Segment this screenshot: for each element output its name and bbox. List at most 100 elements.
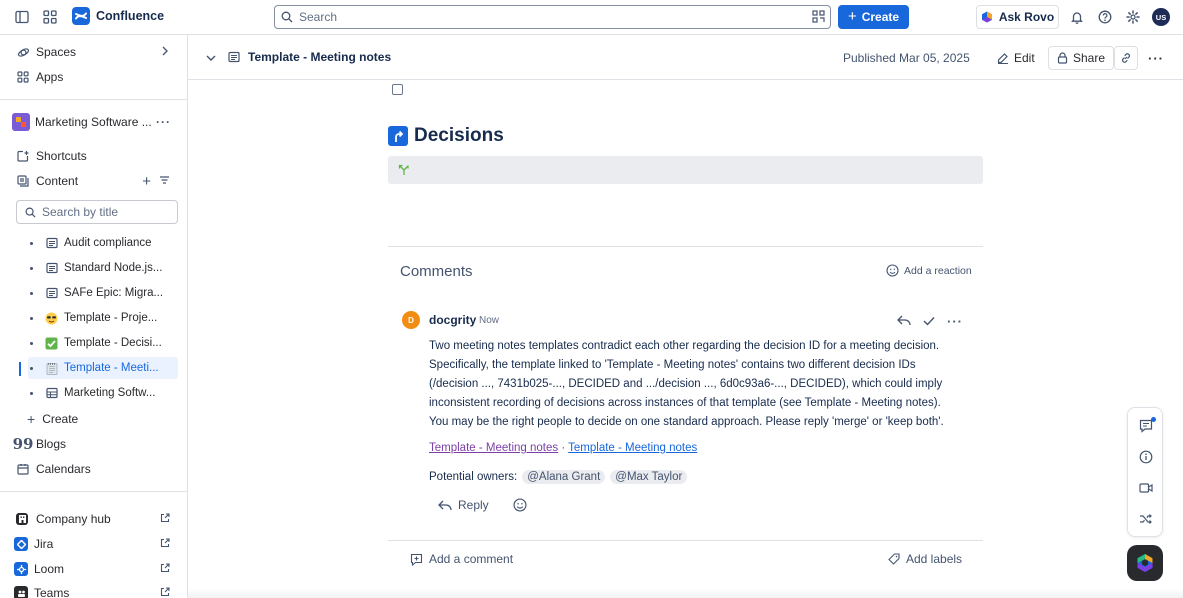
divider <box>388 540 983 541</box>
sidebar-item-spaces[interactable]: Spaces <box>0 41 187 63</box>
notifications-icon[interactable] <box>1068 8 1086 26</box>
emoji-add-icon[interactable] <box>513 498 527 512</box>
decisions-heading: Decisions <box>388 125 504 147</box>
comment-line: Two meeting notes templates contradict e… <box>429 340 940 352</box>
potential-owners: Potential owners: @Alana Grant @Max Tayl… <box>429 470 688 484</box>
confluence-icon <box>72 7 90 25</box>
reply-arrow-icon <box>438 500 452 510</box>
template-link[interactable]: Template - Meeting notes <box>568 442 697 454</box>
top-navigation: Confluence Search + Create Ask Rovo US <box>0 0 1183 35</box>
check-mark-emoji-icon <box>45 337 58 350</box>
space-header[interactable]: Marketing Software ... ··· <box>0 111 187 133</box>
comment-add-icon <box>410 553 423 566</box>
tree-item-label: Template - Meeti... <box>64 362 159 374</box>
lock-icon <box>1057 52 1068 64</box>
reply-arrow-icon[interactable] <box>897 315 911 329</box>
template-link-visited[interactable]: Template - Meeting notes <box>429 442 558 454</box>
mention-alana-grant[interactable]: @Alana Grant <box>522 470 606 484</box>
pencil-icon <box>997 53 1008 64</box>
sidebar-item-label: Calendars <box>36 462 91 476</box>
page-icon <box>228 51 240 63</box>
add-reaction-label: Add a reaction <box>904 264 972 277</box>
search-by-title-input[interactable]: Search by title <box>16 200 178 224</box>
edit-button[interactable]: Edit <box>997 46 1035 70</box>
app-switcher-icon[interactable] <box>41 8 59 26</box>
tree-item-active[interactable]: Template - Meeti... <box>28 357 178 379</box>
tree-item[interactable]: SAFe Epic: Migra... <box>28 282 178 304</box>
tree-item[interactable]: Marketing Softw... <box>28 382 178 404</box>
resolve-check-icon[interactable] <box>923 315 935 329</box>
sidebar-item-label: Content <box>36 174 79 188</box>
sidebar-item-label: Jira <box>34 537 54 551</box>
chevron-down-icon[interactable] <box>202 49 220 67</box>
add-labels-label: Add labels <box>906 552 963 566</box>
reply-button[interactable]: Reply <box>438 498 527 512</box>
comment-author-avatar[interactable]: D <box>402 311 420 329</box>
more-actions-icon[interactable]: ··· <box>1148 46 1164 70</box>
add-reaction-button[interactable]: Add a reaction <box>886 264 972 277</box>
comment-line: You may be the right people to decide on… <box>429 416 944 428</box>
search-input[interactable]: Search <box>274 5 831 29</box>
emoji-add-icon <box>886 264 899 277</box>
sidebar-item-label: Shortcuts <box>36 149 87 163</box>
sidebar-item-blogs[interactable]: 99 Blogs <box>0 433 187 455</box>
bullet <box>30 291 33 295</box>
tree-item[interactable]: Template - Decisi... <box>28 332 178 354</box>
copy-link-button[interactable] <box>1114 46 1138 70</box>
bullet <box>30 266 33 270</box>
sidebar-item-content[interactable]: Content + <box>0 170 187 192</box>
add-content-icon[interactable]: + <box>142 173 151 190</box>
more-options-icon[interactable]: ··· <box>156 115 171 129</box>
add-comment-button[interactable]: Add a comment <box>410 552 513 566</box>
user-avatar[interactable]: US <box>1152 8 1170 26</box>
comment-links: Template - Meeting notes · Template - Me… <box>429 442 697 454</box>
sidebar-item-apps[interactable]: Apps <box>0 66 187 88</box>
comment-more-icon[interactable]: ··· <box>947 314 963 329</box>
unread-indicator <box>1151 417 1156 422</box>
sidebar-app-company-hub[interactable]: Company hub <box>0 508 187 530</box>
add-labels-button[interactable]: Add labels <box>888 552 962 566</box>
quote-icon: 99 <box>12 435 34 453</box>
page-title: Template - Meeting notes <box>228 50 391 64</box>
divider <box>0 491 187 492</box>
mention-max-taylor[interactable]: @Max Taylor <box>610 470 688 484</box>
sidebar-app-teams[interactable]: Teams <box>0 582 187 598</box>
sidebar-app-jira[interactable]: Jira <box>0 533 187 555</box>
tree-item[interactable]: Standard Node.js... <box>28 257 178 279</box>
tree-item[interactable]: Template - Proje... <box>28 307 178 329</box>
comment-author[interactable]: docgrity <box>429 313 476 327</box>
sidebar-create[interactable]: + Create <box>0 408 187 430</box>
confluence-logo[interactable]: Confluence <box>72 7 164 25</box>
sidebar-toggle-icon[interactable] <box>13 8 31 26</box>
rovo-icon <box>1137 554 1153 572</box>
external-link-icon <box>160 586 170 598</box>
tree-item[interactable]: Audit compliance <box>28 232 178 254</box>
external-link-icon <box>160 512 170 526</box>
shuffle-icon[interactable] <box>1138 511 1154 527</box>
share-button[interactable]: Share <box>1048 46 1115 70</box>
rovo-chat-button[interactable] <box>1127 545 1163 581</box>
create-button[interactable]: + Create <box>838 5 909 29</box>
task-checkbox[interactable] <box>392 84 403 95</box>
sunglasses-emoji-icon <box>45 312 58 325</box>
sidebar-app-loom[interactable]: Loom <box>0 558 187 580</box>
space-name: Marketing Software ... <box>35 115 152 129</box>
settings-gear-icon[interactable] <box>1124 8 1142 26</box>
page-header: Template - Meeting notes Published Mar 0… <box>188 35 1183 80</box>
search-icon <box>25 207 36 218</box>
divider <box>388 246 983 247</box>
decisions-heading-text: Decisions <box>414 125 504 146</box>
bullet <box>30 391 33 395</box>
info-icon[interactable] <box>1138 449 1154 465</box>
decision-item[interactable] <box>388 156 983 184</box>
sidebar-item-calendars[interactable]: Calendars <box>0 458 187 480</box>
sidebar-item-shortcuts[interactable]: Shortcuts <box>0 145 187 167</box>
filter-icon[interactable] <box>812 10 825 23</box>
ask-rovo-button[interactable]: Ask Rovo <box>976 5 1059 29</box>
filter-icon[interactable] <box>159 174 170 188</box>
page-icon <box>45 262 58 275</box>
video-icon[interactable] <box>1138 480 1154 496</box>
link-icon <box>1122 53 1130 63</box>
notepad-emoji-icon <box>45 362 58 375</box>
help-icon[interactable] <box>1096 8 1114 26</box>
